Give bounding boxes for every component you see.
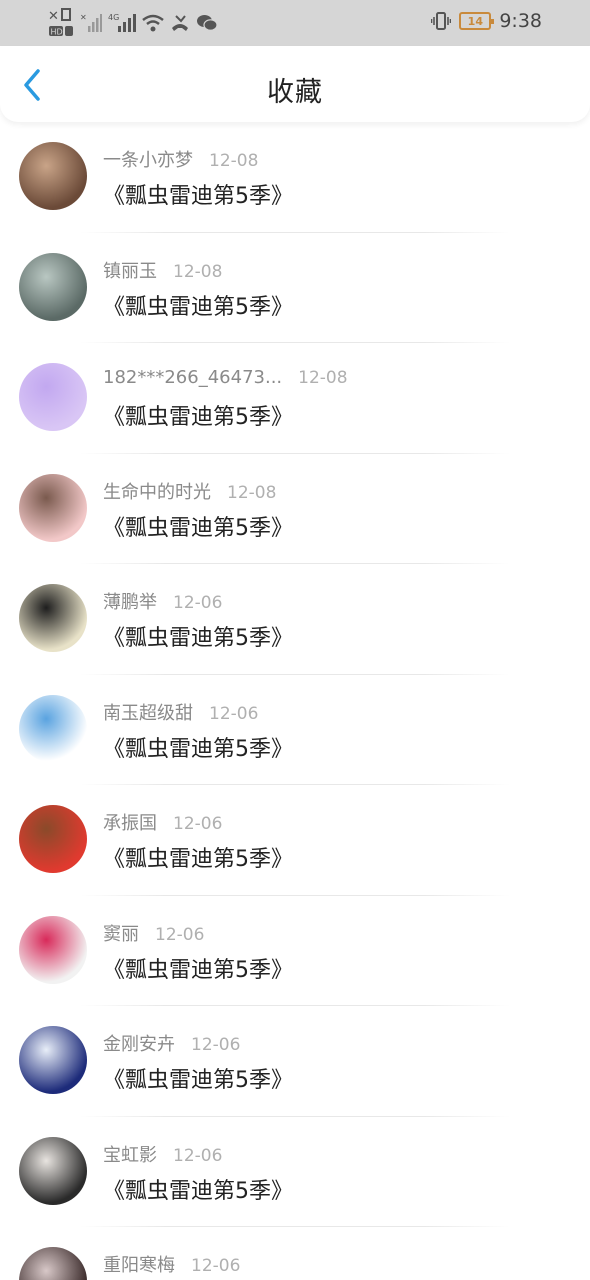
- missed-call-icon: [172, 15, 188, 31]
- item-meta: 重阳寒梅 12-06: [103, 1251, 240, 1277]
- favorite-title[interactable]: 《瓢虫雷迪第5季》: [103, 841, 293, 873]
- item-meta: 182***266_46473... 12-08: [103, 367, 348, 388]
- user-avatar[interactable]: [19, 694, 87, 763]
- wifi-icon: [142, 14, 164, 32]
- username[interactable]: 承振国: [103, 809, 157, 835]
- username[interactable]: 南玉超级甜: [103, 699, 193, 725]
- date: 12-06: [191, 1256, 241, 1276]
- signal-1-icon: ✕: [80, 13, 102, 32]
- username[interactable]: 金刚安卉: [103, 1030, 175, 1056]
- favorite-item[interactable]: 一条小亦梦 12-08 《瓢虫雷迪第5季》: [0, 122, 590, 233]
- user-avatar[interactable]: [19, 805, 87, 873]
- favorite-title[interactable]: 《瓢虫雷迪第5季》: [103, 178, 293, 210]
- user-avatar[interactable]: [19, 1247, 87, 1280]
- no-sim-icon: ✕ HD: [48, 8, 73, 37]
- favorite-title[interactable]: 《瓢虫雷迪第5季》: [103, 510, 293, 542]
- user-avatar[interactable]: [19, 584, 87, 652]
- date: 12-08: [173, 261, 223, 282]
- item-meta: 南玉超级甜 12-06: [103, 699, 258, 725]
- item-meta: 宝虹影 12-06: [103, 1141, 222, 1167]
- favorite-item[interactable]: 承振国 12-06 《瓢虫雷迪第5季》: [0, 785, 590, 896]
- item-meta: 镇丽玉 12-08: [103, 257, 222, 283]
- favorite-item[interactable]: 镇丽玉 12-08 《瓢虫雷迪第5季》: [0, 233, 590, 343]
- status-bar: ✕ HD ✕ 4G 14 9:38: [0, 0, 590, 46]
- user-avatar[interactable]: [19, 142, 87, 210]
- nav-bar: 收藏: [0, 46, 590, 122]
- item-meta: 金刚安卉 12-06: [103, 1030, 240, 1056]
- item-meta: 生命中的时光 12-08: [103, 478, 276, 504]
- favorite-item[interactable]: 薄鹏举 12-06 《瓢虫雷迪第5季》: [0, 564, 590, 675]
- battery-level: 14: [467, 14, 483, 28]
- date: 12-08: [227, 482, 277, 503]
- favorites-list: 一条小亦梦 12-08 《瓢虫雷迪第5季》 镇丽玉 12-08 《瓢虫雷迪第5季…: [0, 122, 590, 1280]
- username[interactable]: 生命中的时光: [103, 478, 211, 504]
- favorite-item[interactable]: 182***266_46473... 12-08 《瓢虫雷迪第5季》: [0, 343, 590, 454]
- network-type-label: 4G: [108, 13, 119, 22]
- date: 12-06: [155, 924, 205, 945]
- signal-2-icon: 4G: [108, 13, 136, 32]
- date: 12-08: [298, 368, 348, 388]
- user-avatar[interactable]: [19, 252, 87, 321]
- status-icons-left: ✕ HD ✕ 4G: [48, 6, 218, 40]
- favorite-title[interactable]: 《瓢虫雷迪第5季》: [103, 1173, 293, 1205]
- favorite-title[interactable]: 《瓢虫雷迪第5季》: [103, 1062, 293, 1094]
- item-meta: 窦丽 12-06: [103, 920, 204, 946]
- user-avatar[interactable]: [19, 363, 87, 431]
- user-avatar[interactable]: [19, 1026, 87, 1094]
- favorite-title[interactable]: 《瓢虫雷迪第5季》: [103, 731, 293, 763]
- item-meta: 一条小亦梦 12-08: [103, 146, 258, 172]
- username[interactable]: 一条小亦梦: [103, 146, 193, 172]
- favorite-title[interactable]: 《瓢虫雷迪第5季》: [103, 620, 293, 652]
- battery-icon: 14: [459, 12, 495, 30]
- username[interactable]: 薄鹏举: [103, 588, 157, 614]
- svg-text:✕: ✕: [80, 13, 87, 22]
- favorite-item[interactable]: 重阳寒梅 12-06 《瓢虫雷迪第5季》: [0, 1227, 590, 1280]
- favorite-item[interactable]: 宝虹影 12-06 《瓢虫雷迪第5季》: [0, 1117, 590, 1227]
- date: 12-06: [173, 814, 223, 834]
- item-meta: 薄鹏举 12-06: [103, 588, 222, 614]
- status-icons-right: 14 9:38: [431, 10, 542, 32]
- username[interactable]: 宝虹影: [103, 1141, 157, 1167]
- favorite-item[interactable]: 窦丽 12-06 《瓢虫雷迪第5季》: [0, 896, 590, 1006]
- user-avatar[interactable]: [19, 473, 87, 542]
- username[interactable]: 182***266_46473...: [103, 367, 282, 388]
- favorite-item[interactable]: 金刚安卉 12-06 《瓢虫雷迪第5季》: [0, 1006, 590, 1117]
- username[interactable]: 重阳寒梅: [103, 1251, 175, 1277]
- favorite-title[interactable]: 《瓢虫雷迪第5季》: [103, 289, 293, 321]
- favorite-title[interactable]: 《瓢虫雷迪第5季》: [103, 399, 293, 431]
- date: 12-06: [173, 593, 223, 613]
- page-title: 收藏: [267, 77, 323, 108]
- status-time: 9:38: [499, 10, 542, 32]
- date: 12-08: [209, 151, 259, 171]
- svg-text:✕: ✕: [48, 9, 59, 24]
- username[interactable]: 镇丽玉: [103, 257, 157, 283]
- item-meta: 承振国 12-06: [103, 809, 222, 835]
- favorite-item[interactable]: 南玉超级甜 12-06 《瓢虫雷迪第5季》: [0, 675, 590, 785]
- favorite-title[interactable]: 《瓢虫雷迪第5季》: [103, 952, 293, 984]
- user-avatar[interactable]: [19, 1136, 87, 1205]
- favorite-item[interactable]: 生命中的时光 12-08 《瓢虫雷迪第5季》: [0, 454, 590, 564]
- wechat-icon: [197, 15, 218, 31]
- date: 12-06: [209, 703, 259, 724]
- vibrate-icon: [431, 12, 452, 30]
- user-avatar[interactable]: [19, 915, 87, 984]
- date: 12-06: [191, 1035, 241, 1055]
- date: 12-06: [173, 1145, 223, 1166]
- hd-label: HD: [51, 28, 63, 37]
- username[interactable]: 窦丽: [103, 920, 139, 946]
